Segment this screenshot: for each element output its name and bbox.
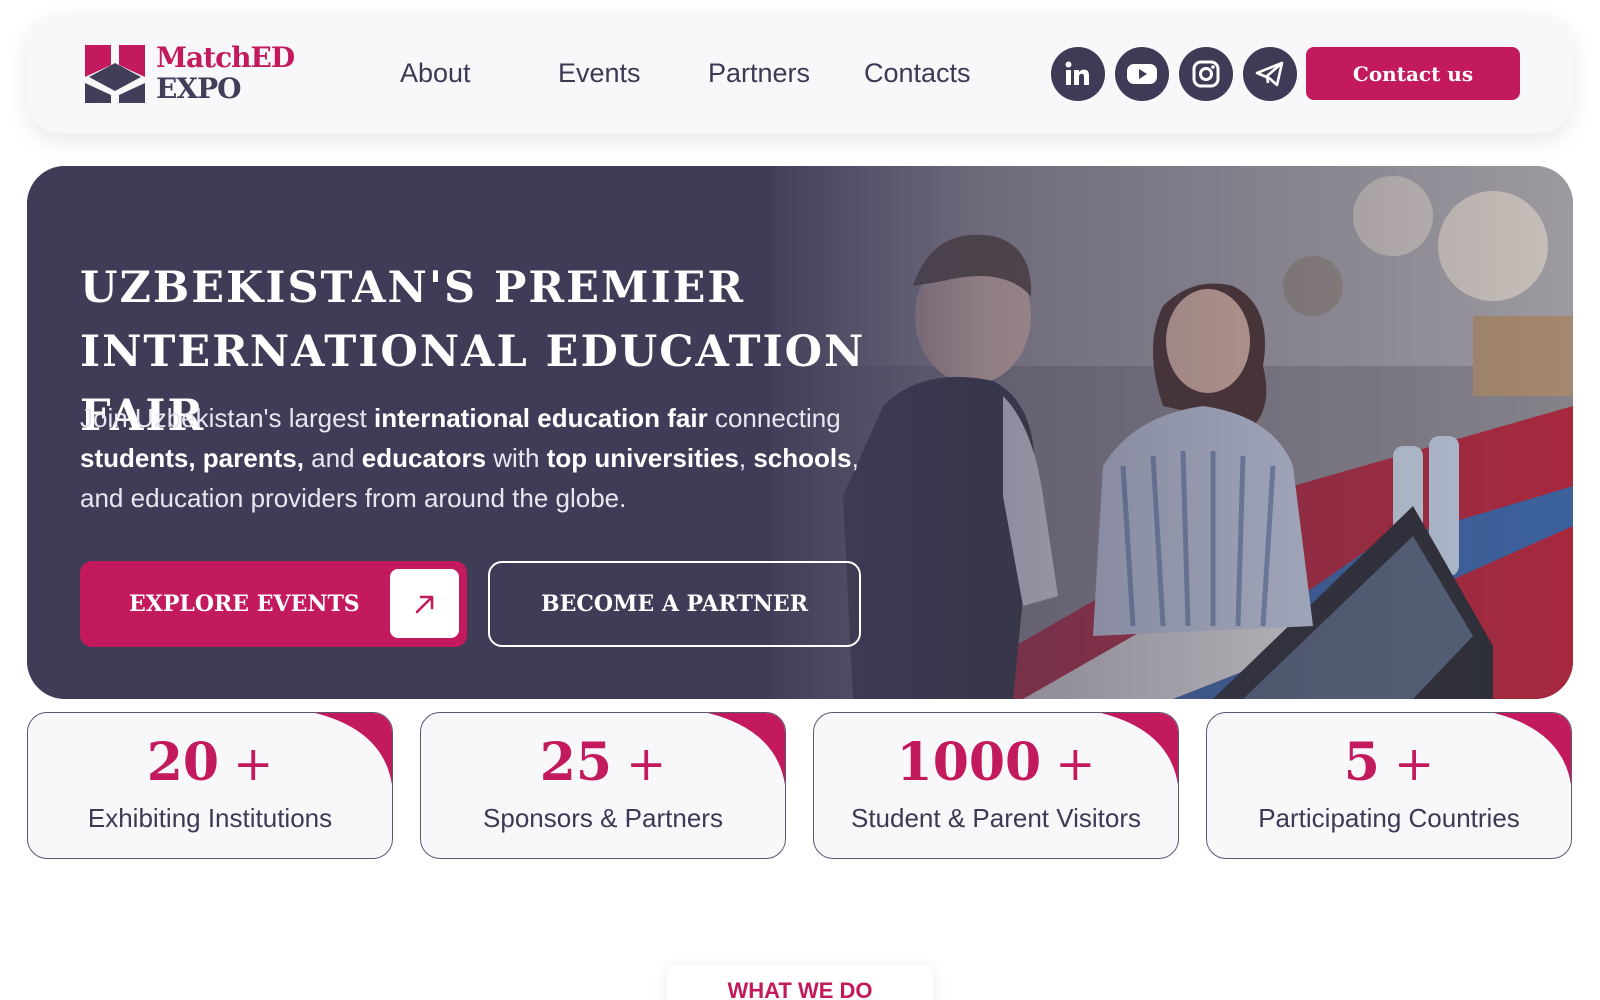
hero-text-emphasis: schools xyxy=(753,443,852,473)
explore-events-label: EXPLORE EVENTS xyxy=(129,591,360,617)
page: MatchED EXPO About Events Partners Conta… xyxy=(0,0,1600,1000)
stat-suffix: + xyxy=(626,736,667,792)
site-header: MatchED EXPO About Events Partners Conta… xyxy=(27,13,1573,133)
stat-suffix: + xyxy=(1393,736,1435,792)
what-we-do-heading: WHAT WE DO xyxy=(667,965,933,1000)
stat-label: Sponsors & Partners xyxy=(483,803,723,833)
contact-us-button[interactable]: Contact us xyxy=(1306,47,1520,100)
hero-text-emphasis: international education fair xyxy=(374,403,708,433)
logo-wordmark: MatchED EXPO xyxy=(156,41,295,105)
nav-partners[interactable]: Partners xyxy=(708,58,810,89)
hero-text-part: Join Uzbekistan's largest xyxy=(80,403,374,433)
hero-text-emphasis: top universities xyxy=(546,443,739,473)
hero-text-part: connecting xyxy=(707,403,841,433)
hero-text-part: and xyxy=(303,443,362,473)
stacked-cube-logo-icon xyxy=(85,45,145,103)
hero-title-line-1: UZBEKISTAN'S PREMIER xyxy=(80,263,746,313)
logo-line-2: EXPO xyxy=(156,72,242,105)
telegram-icon xyxy=(1255,61,1284,87)
youtube-button[interactable] xyxy=(1115,47,1169,101)
hero-text-part: with xyxy=(486,443,547,473)
stat-value: 1000 + xyxy=(814,733,1178,794)
stat-number: 20 xyxy=(146,732,220,793)
logo-line-1: MatchED xyxy=(156,41,295,74)
hero-text-part: , xyxy=(738,443,754,473)
hero-section: UZBEKISTAN'S PREMIER INTERNATIONAL EDUCA… xyxy=(27,166,1573,699)
youtube-icon xyxy=(1127,64,1157,84)
stat-value: 25 + xyxy=(421,733,785,794)
arrow-up-right-icon xyxy=(390,569,459,638)
stat-suffix: + xyxy=(1055,736,1096,792)
hero-text-emphasis: students, parents, xyxy=(80,443,304,473)
stat-label: Participating Countries xyxy=(1258,803,1520,833)
nav-contacts[interactable]: Contacts xyxy=(864,58,971,89)
stat-card: 25 + Sponsors & Partners xyxy=(420,712,786,859)
stat-number: 1000 xyxy=(896,732,1042,793)
stat-card: 5 + Participating Countries xyxy=(1206,712,1572,859)
hero-text-emphasis: educators xyxy=(361,443,487,473)
stat-label: Exhibiting Institutions xyxy=(87,803,333,833)
stat-card: 20 + Exhibiting Institutions xyxy=(27,712,393,859)
stat-label: Student & Parent Visitors xyxy=(850,803,1141,833)
hero-description: Join Uzbekistan's largest international … xyxy=(80,398,860,518)
nav-about[interactable]: About xyxy=(400,58,471,89)
stat-suffix: + xyxy=(233,736,274,792)
stat-value: 20 + xyxy=(28,733,392,794)
instagram-icon xyxy=(1192,60,1220,88)
stat-value: 5 + xyxy=(1207,733,1571,794)
stat-number: 5 xyxy=(1343,732,1380,793)
stat-card: 1000 + Student & Parent Visitors xyxy=(813,712,1179,859)
nav-events[interactable]: Events xyxy=(558,58,641,89)
become-partner-button[interactable]: BECOME A PARTNER xyxy=(488,561,861,647)
linkedin-button[interactable] xyxy=(1051,47,1105,101)
logo[interactable]: MatchED EXPO xyxy=(83,41,313,105)
telegram-button[interactable] xyxy=(1243,47,1297,101)
explore-events-button[interactable]: EXPLORE EVENTS xyxy=(80,561,467,647)
instagram-button[interactable] xyxy=(1179,47,1233,101)
linkedin-icon xyxy=(1065,61,1089,85)
stat-number: 25 xyxy=(539,732,613,793)
